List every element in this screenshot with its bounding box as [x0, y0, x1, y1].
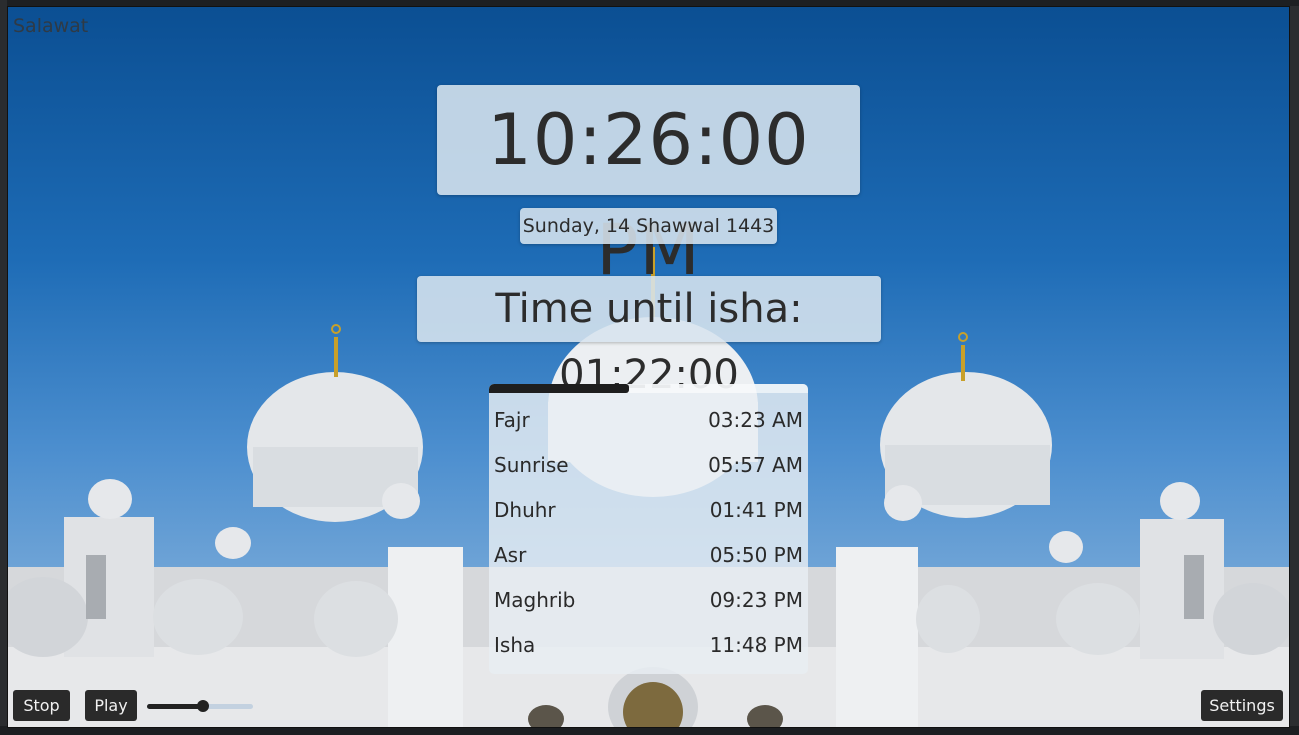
prayer-name: Maghrib	[494, 588, 576, 612]
prayer-progress-bar	[489, 384, 808, 393]
prayer-time: 11:48 PM	[709, 633, 803, 657]
prayer-name: Dhuhr	[494, 498, 556, 522]
prayer-name: Sunrise	[494, 453, 569, 477]
prayer-time: 05:50 PM	[709, 543, 803, 567]
prayer-time: 09:23 PM	[709, 588, 803, 612]
prayer-time: 01:41 PM	[709, 498, 803, 522]
play-button[interactable]: Play	[85, 690, 137, 721]
prayer-row-dhuhr: Dhuhr 01:41 PM	[494, 488, 803, 533]
countdown-card: Time until isha: 01:22:00	[417, 276, 881, 398]
stop-button[interactable]: Stop	[13, 690, 70, 721]
app-window: Salawat 10:26:00 PM Sunday, 14 Shawwal 1…	[7, 6, 1290, 728]
date-card: Sunday, 14 Shawwal 1443	[520, 208, 777, 244]
settings-button[interactable]: Settings	[1201, 690, 1283, 721]
prayer-times-list: Fajr 03:23 AM Sunrise 05:57 AM Dhuhr 01:…	[489, 384, 808, 674]
current-time: 10:26:00 PM	[487, 99, 810, 291]
prayer-time: 03:23 AM	[708, 408, 803, 432]
clock-card: 10:26:00 PM	[437, 85, 860, 291]
prayer-name: Isha	[494, 633, 536, 657]
volume-slider[interactable]	[147, 700, 253, 712]
prayer-row-fajr: Fajr 03:23 AM	[494, 398, 803, 443]
window-left-edge	[0, 0, 7, 735]
prayer-name: Asr	[494, 543, 527, 567]
prayer-time: 05:57 AM	[708, 453, 803, 477]
prayer-progress-fill	[489, 384, 630, 393]
volume-fill	[147, 704, 204, 709]
prayer-row-maghrib: Maghrib 09:23 PM	[494, 578, 803, 623]
prayer-row-asr: Asr 05:50 PM	[494, 533, 803, 578]
prayer-row-isha: Isha 11:48 PM	[494, 623, 803, 668]
hijri-date: Sunday, 14 Shawwal 1443	[522, 215, 775, 237]
volume-handle[interactable]	[197, 700, 210, 712]
prayer-name: Fajr	[494, 408, 530, 432]
app-title: Salawat	[13, 15, 89, 37]
prayer-row-sunrise: Sunrise 05:57 AM	[494, 443, 803, 488]
